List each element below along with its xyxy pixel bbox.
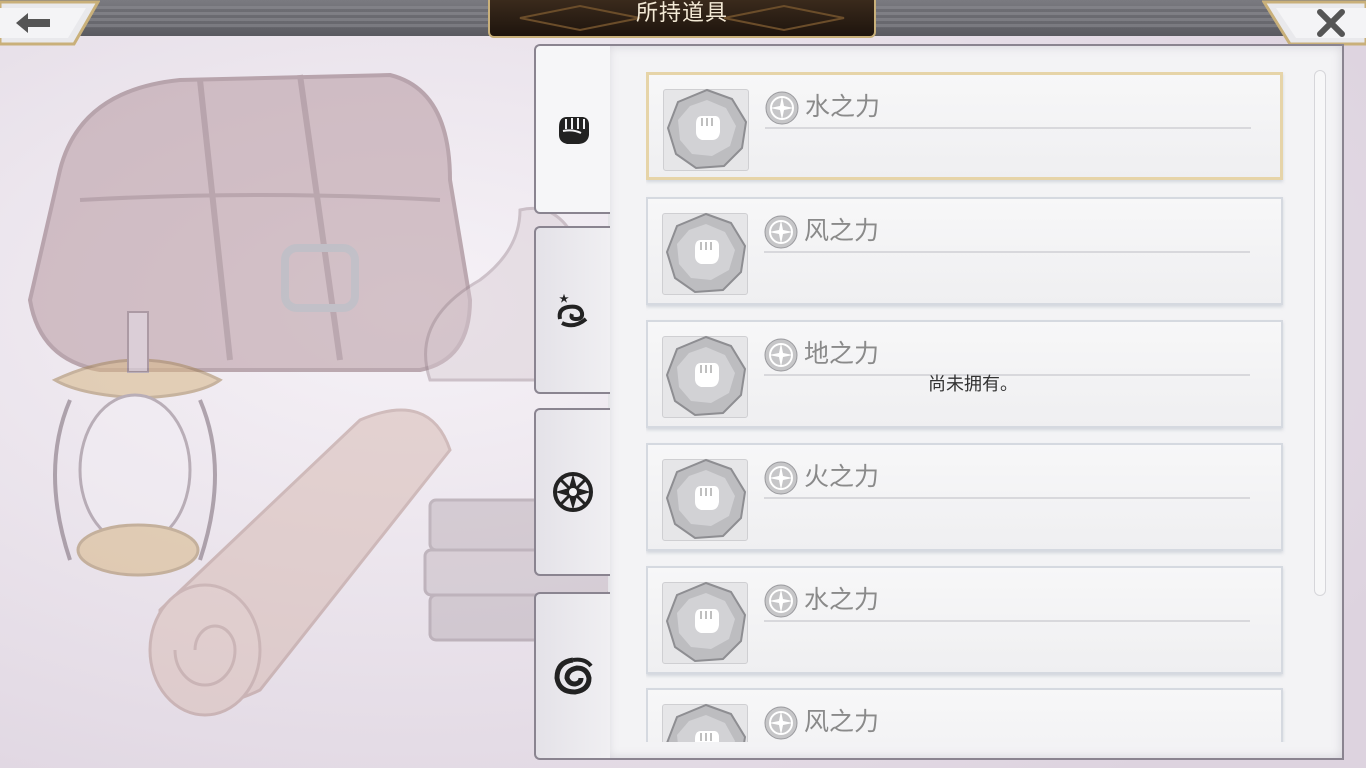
compass-badge-icon <box>764 461 798 495</box>
compass-star-icon <box>553 472 593 512</box>
gem-fist-icon <box>665 212 747 294</box>
gem-fist-icon <box>665 581 747 663</box>
item-card[interactable]: 风之力 <box>646 197 1283 305</box>
item-thumbnail <box>662 335 748 418</box>
item-name: 火之力 <box>804 462 880 491</box>
wind-swirl-icon <box>557 293 588 328</box>
tab-compass[interactable] <box>534 408 610 576</box>
close-button[interactable] <box>1261 0 1366 46</box>
arrow-left-icon <box>0 0 101 46</box>
compass-badge-icon <box>764 584 798 618</box>
gem-fist-icon <box>666 88 748 170</box>
item-card[interactable]: 火之力 <box>646 443 1283 551</box>
empty-message: 尚未拥有。 <box>928 374 1018 395</box>
divider <box>764 497 1250 499</box>
compass-badge-icon <box>764 706 798 740</box>
item-thumbnail <box>662 703 748 742</box>
item-thumbnail <box>662 581 748 664</box>
compass-badge-icon <box>764 215 798 249</box>
gem-fist-icon <box>665 458 747 540</box>
item-card[interactable]: 水之力 <box>646 72 1283 180</box>
item-name: 水之力 <box>805 92 881 121</box>
close-icon <box>1261 0 1366 46</box>
item-name: 风之力 <box>804 707 880 736</box>
divider <box>765 127 1251 129</box>
page-title: 所持道具 <box>635 1 728 26</box>
gem-fist-icon <box>666 703 747 742</box>
title-plate: 所持道具 <box>488 0 876 38</box>
item-name: 地之力 <box>804 339 880 368</box>
item-card[interactable]: 水之力 <box>646 566 1283 674</box>
item-thumbnail <box>662 212 748 295</box>
compass-badge-icon <box>765 91 799 125</box>
divider <box>764 620 1250 622</box>
back-button[interactable] <box>0 0 101 46</box>
tab-wind[interactable] <box>534 226 610 394</box>
item-list: 水之力 风之力 地之力 火之力 水之力 风之力 <box>646 72 1286 742</box>
scrollbar[interactable] <box>1314 70 1326 596</box>
fist-icon <box>559 117 589 144</box>
divider <box>764 251 1250 253</box>
tab-fist[interactable] <box>534 44 610 214</box>
item-name: 风之力 <box>804 216 880 245</box>
gem-fist-icon <box>665 335 747 417</box>
item-thumbnail <box>663 88 749 171</box>
vortex-icon <box>554 657 593 695</box>
item-card[interactable]: 风之力 <box>646 688 1283 742</box>
item-thumbnail <box>662 458 748 541</box>
compass-badge-icon <box>764 338 798 372</box>
tab-vortex[interactable] <box>534 592 610 760</box>
item-name: 水之力 <box>804 585 880 614</box>
